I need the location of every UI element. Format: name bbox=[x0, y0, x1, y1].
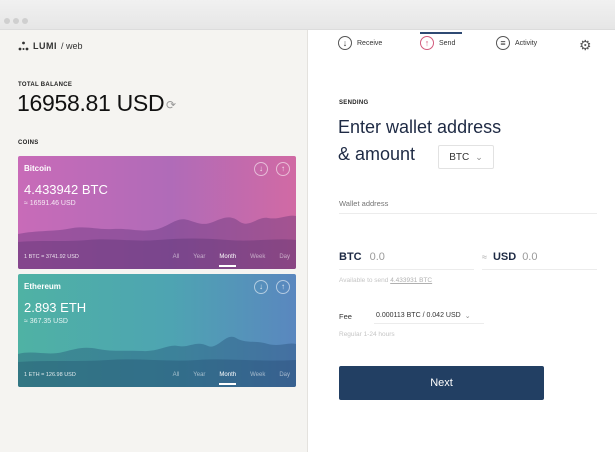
tab-label: Receive bbox=[357, 39, 383, 47]
maximize-window-button[interactable] bbox=[22, 18, 28, 24]
crypto-currency-code: BTC bbox=[339, 250, 362, 263]
period-year[interactable]: Year bbox=[193, 372, 205, 378]
receive-arrow-down-icon[interactable]: ↓ bbox=[254, 162, 268, 176]
period-day[interactable]: Day bbox=[279, 372, 290, 378]
period-week[interactable]: Week bbox=[250, 372, 265, 378]
fiat-amount-value: 0.0 bbox=[522, 250, 538, 263]
close-window-button[interactable] bbox=[4, 18, 10, 24]
coin-name: Ethereum bbox=[24, 282, 61, 291]
coin-usd-value: ≈ 16591.46 USD bbox=[24, 200, 76, 207]
chevron-down-icon: ⌄ bbox=[464, 312, 471, 320]
fee-value: 0.000113 BTC / 0.042 USD bbox=[376, 312, 461, 319]
period-selector: All Year Month Week Day bbox=[173, 372, 290, 385]
minimize-window-button[interactable] bbox=[13, 18, 19, 24]
total-balance-label: TOTAL BALANCE bbox=[18, 82, 73, 88]
send-panel: ↓ Receive ↑ Send ≡ Activity ⚙ SENDING En… bbox=[308, 30, 615, 452]
available-to-send: Available to send 4.433931 BTC bbox=[339, 277, 432, 284]
list-icon: ≡ bbox=[496, 36, 510, 50]
available-amount-link[interactable]: 4.433931 BTC bbox=[390, 277, 432, 284]
tab-send[interactable]: ↑ Send bbox=[420, 36, 455, 50]
coin-exchange-rate: 1 BTC = 3741.92 USD bbox=[24, 254, 79, 260]
action-tabs: ↓ Receive ↑ Send ≡ Activity ⚙ bbox=[308, 30, 615, 60]
settings-gear-icon[interactable]: ⚙ bbox=[579, 37, 592, 54]
period-day[interactable]: Day bbox=[279, 254, 290, 260]
window-titlebar bbox=[0, 0, 615, 30]
coin-name: Bitcoin bbox=[24, 164, 52, 173]
send-arrow-up-icon[interactable]: ↑ bbox=[276, 162, 290, 176]
fiat-currency-code: USD bbox=[492, 250, 517, 263]
crypto-amount-value: 0.0 bbox=[369, 250, 385, 263]
chevron-down-icon: ⌄ bbox=[475, 151, 483, 162]
refresh-icon[interactable]: ⟳ bbox=[166, 98, 176, 112]
period-all[interactable]: All bbox=[173, 372, 180, 378]
tab-receive[interactable]: ↓ Receive bbox=[338, 36, 382, 50]
coin-amount: 4.433942 BTC bbox=[24, 182, 108, 197]
wallet-address-input[interactable] bbox=[339, 194, 597, 214]
coin-exchange-rate: 1 ETH = 126.98 USD bbox=[24, 372, 76, 378]
coin-card-bitcoin[interactable]: Bitcoin 4.433942 BTC ≈ 16591.46 USD ↓ ↑ … bbox=[18, 156, 296, 269]
period-week[interactable]: Week bbox=[250, 254, 265, 260]
coins-label: COINS bbox=[18, 140, 39, 146]
period-month[interactable]: Month bbox=[219, 372, 236, 385]
arrow-up-icon: ↑ bbox=[420, 36, 434, 50]
period-year[interactable]: Year bbox=[193, 254, 205, 260]
tab-label: Send bbox=[439, 39, 456, 47]
active-tab-indicator bbox=[420, 32, 462, 34]
send-heading-line1: Enter wallet address bbox=[338, 117, 502, 137]
arrow-down-icon: ↓ bbox=[338, 36, 352, 50]
fee-label: Fee bbox=[339, 312, 352, 321]
coin-card-ethereum[interactable]: Ethereum 2.893 ETH ≈ 367.35 USD ↓ ↑ 1 ET… bbox=[18, 274, 296, 387]
tab-label: Activity bbox=[515, 39, 538, 47]
total-balance-value: 16958.81 USD bbox=[17, 90, 165, 116]
coin-amount: 2.893 ETH bbox=[24, 300, 87, 315]
app-logo: LUMI / web bbox=[18, 41, 83, 51]
period-selector: All Year Month Week Day bbox=[173, 254, 290, 267]
sending-label: SENDING bbox=[339, 100, 369, 106]
fee-note: Regular 1-24 hours bbox=[339, 331, 395, 338]
brand-name: LUMI bbox=[33, 41, 57, 51]
period-all[interactable]: All bbox=[173, 254, 180, 260]
send-arrow-up-icon[interactable]: ↑ bbox=[276, 280, 290, 294]
currency-select-value: BTC bbox=[449, 151, 470, 163]
approx-sign: ≈ bbox=[482, 251, 487, 262]
lumi-logo-icon bbox=[18, 41, 29, 51]
send-heading-line2: & amount bbox=[338, 144, 416, 164]
brand-suffix: / web bbox=[61, 41, 83, 51]
available-prefix: Available to send bbox=[339, 277, 389, 284]
wallet-overview-panel: LUMI / web TOTAL BALANCE 16958.81 USD ⟳ … bbox=[0, 30, 308, 452]
app-window: LUMI / web TOTAL BALANCE 16958.81 USD ⟳ … bbox=[0, 0, 615, 452]
period-month[interactable]: Month bbox=[219, 254, 236, 267]
crypto-amount-field[interactable]: BTC 0.0 bbox=[339, 244, 474, 270]
fiat-amount-field[interactable]: ≈ USD 0.0 bbox=[482, 244, 597, 270]
receive-arrow-down-icon[interactable]: ↓ bbox=[254, 280, 268, 294]
currency-select[interactable]: BTC ⌄ bbox=[438, 145, 494, 169]
fee-select[interactable]: 0.000113 BTC / 0.042 USD ⌄ bbox=[374, 308, 484, 324]
coin-usd-value: ≈ 367.35 USD bbox=[24, 318, 68, 325]
next-button[interactable]: Next bbox=[339, 366, 544, 400]
tab-activity[interactable]: ≡ Activity bbox=[496, 36, 537, 50]
